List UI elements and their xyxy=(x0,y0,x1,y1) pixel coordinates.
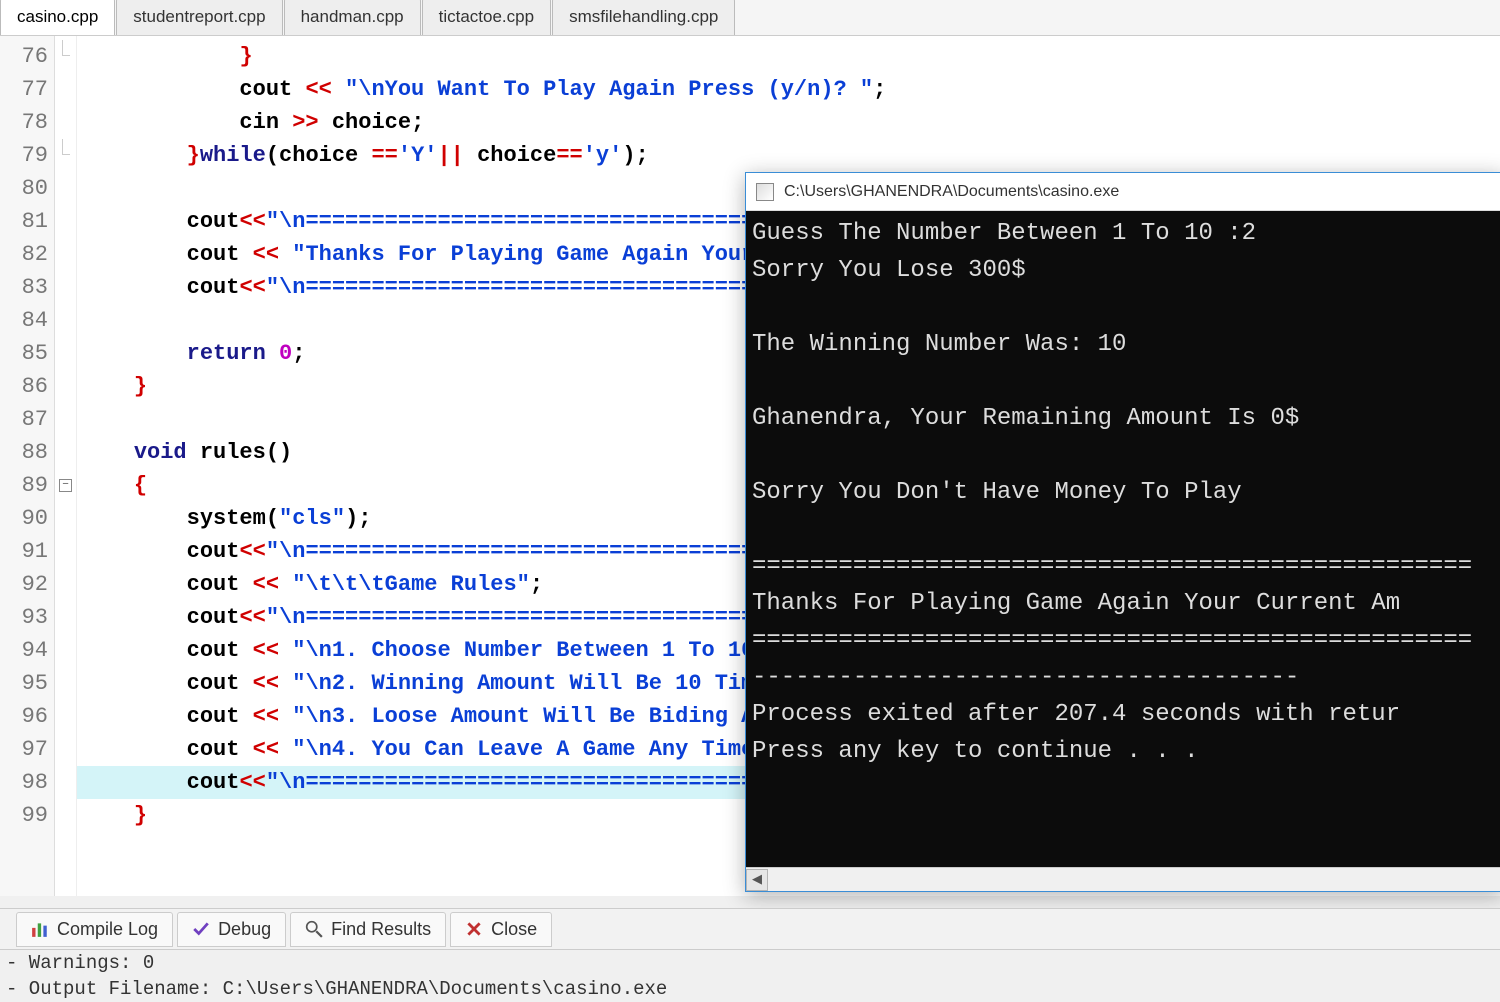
bottom-tab-debug[interactable]: Debug xyxy=(177,912,286,947)
bottom-tab-compile-log[interactable]: Compile Log xyxy=(16,912,173,947)
code-line[interactable]: cin >> choice; xyxy=(77,106,1500,139)
file-tab[interactable]: casino.cpp xyxy=(0,0,115,35)
fold-column: − xyxy=(55,36,77,896)
file-tab[interactable]: tictactoe.cpp xyxy=(422,0,551,35)
console-titlebar[interactable]: C:\Users\GHANENDRA\Documents\casino.exe xyxy=(746,173,1500,211)
file-tab[interactable]: handman.cpp xyxy=(284,0,421,35)
file-tab[interactable]: studentreport.cpp xyxy=(116,0,282,35)
code-line[interactable]: }while(choice =='Y'|| choice=='y'); xyxy=(77,139,1500,172)
check-icon xyxy=(192,920,210,938)
file-tab[interactable]: smsfilehandling.cpp xyxy=(552,0,735,35)
console-output[interactable]: Guess The Number Between 1 To 10 :2 Sorr… xyxy=(746,211,1500,867)
bottom-tab-bar: Compile LogDebugFind ResultsClose xyxy=(0,908,1500,950)
bottom-tab-close[interactable]: Close xyxy=(450,912,552,947)
close-icon xyxy=(465,920,483,938)
console-window: C:\Users\GHANENDRA\Documents\casino.exe … xyxy=(745,172,1500,892)
code-line[interactable]: cout << "\nYou Want To Play Again Press … xyxy=(77,73,1500,106)
compiler-output: - Warnings: 0 - Output Filename: C:\User… xyxy=(6,950,667,1000)
bars-icon xyxy=(31,920,49,938)
app-icon xyxy=(756,183,774,201)
code-line[interactable]: } xyxy=(77,40,1500,73)
scroll-left-button[interactable]: ◀ xyxy=(746,869,768,891)
bottom-tab-find-results[interactable]: Find Results xyxy=(290,912,446,947)
search-icon xyxy=(305,920,323,938)
line-number-gutter: 7677787980818283848586878889909192939495… xyxy=(0,36,55,896)
file-tab-bar: casino.cppstudentreport.cpphandman.cppti… xyxy=(0,0,1500,36)
console-scrollbar[interactable]: ◀ xyxy=(746,867,1500,891)
console-title: C:\Users\GHANENDRA\Documents\casino.exe xyxy=(784,183,1119,201)
